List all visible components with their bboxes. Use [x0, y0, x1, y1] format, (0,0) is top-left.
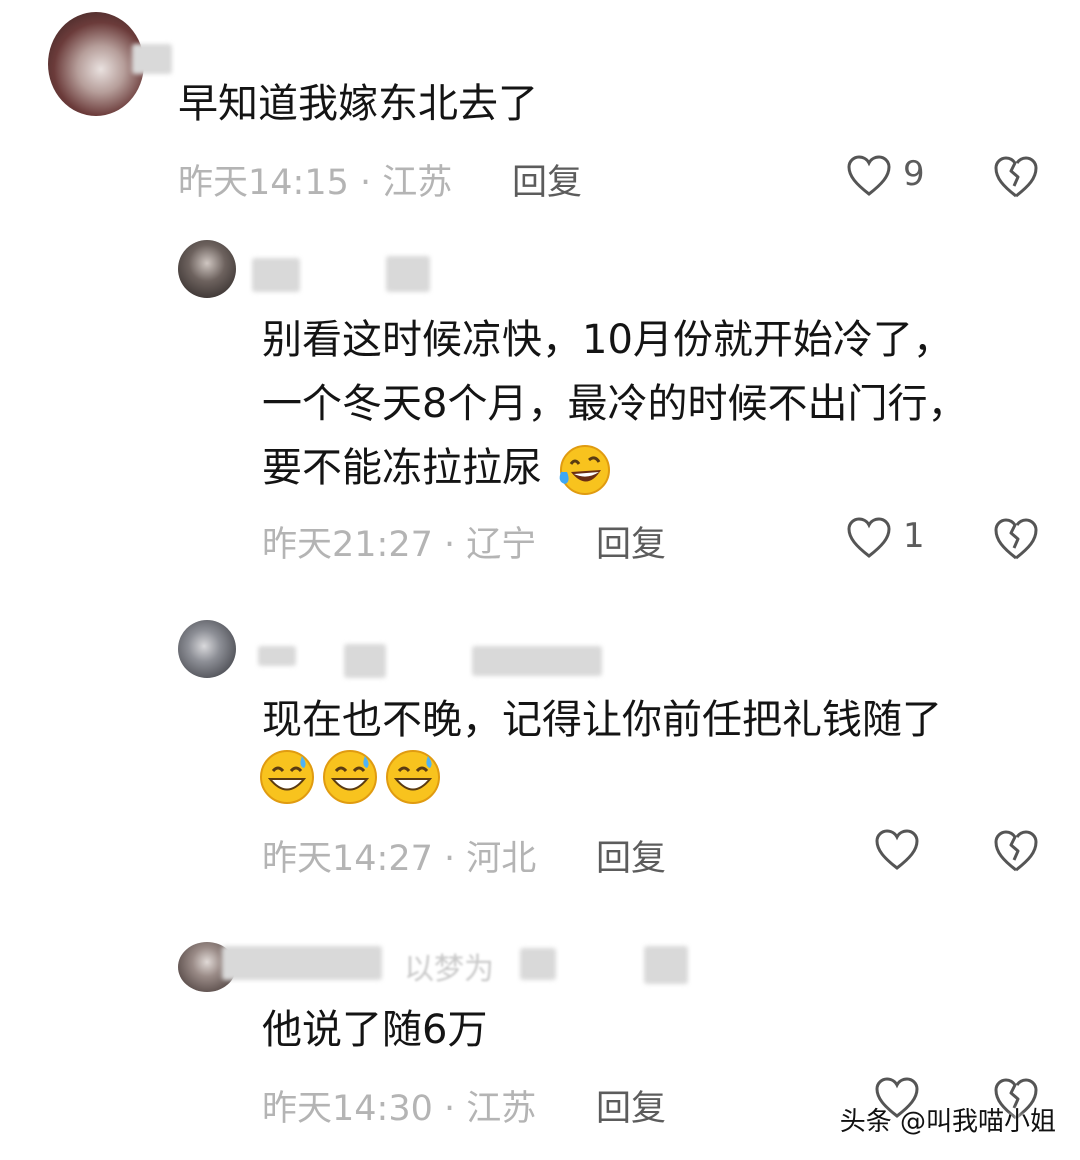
blurred-username: [344, 644, 386, 678]
blurred-username: [258, 646, 296, 666]
comment-meta: 昨天14:15 · 江苏: [178, 163, 453, 203]
comment-text-line: 要不能冻拉拉尿: [262, 436, 611, 500]
like-count: 1: [903, 516, 925, 556]
blurred-username: [520, 948, 556, 980]
like-heart-icon[interactable]: [846, 154, 892, 198]
blurred-username-fragment: 以梦为: [404, 952, 494, 987]
comment-text: 别看这时候凉快，10月份就开始冷了，: [262, 317, 953, 363]
blurred-username: [472, 646, 602, 676]
reply-button[interactable]: 回复: [596, 516, 666, 567]
comment-meta: 昨天14:30 · 江苏: [262, 1089, 537, 1129]
like-heart-icon[interactable]: [874, 828, 920, 872]
reply-button[interactable]: 回复: [596, 830, 666, 881]
emoji-row: [258, 748, 442, 806]
avatar[interactable]: [178, 240, 236, 298]
blurred-username: [644, 946, 688, 984]
comment-text: 一个冬天8个月，最冷的时候不出门行，: [262, 381, 968, 427]
grin-sweat-emoji-icon: [386, 750, 441, 804]
comment-text: 他说了随6万: [262, 1007, 488, 1053]
dislike-broken-heart-icon[interactable]: [992, 516, 1040, 562]
laughing-tears-emoji-icon: [559, 445, 610, 495]
avatar[interactable]: [178, 620, 236, 678]
grin-sweat-emoji-icon: [323, 750, 378, 804]
dislike-broken-heart-icon[interactable]: [992, 154, 1040, 200]
avatar[interactable]: [48, 12, 144, 116]
blurred-username: [252, 258, 300, 292]
dislike-broken-heart-icon[interactable]: [992, 828, 1040, 874]
comment-text: 早知道我嫁东北去了: [178, 81, 538, 127]
blurred-username: [386, 256, 430, 292]
comment-text: 要不能冻拉拉尿: [262, 445, 542, 491]
watermark: 头条 @叫我喵小姐: [839, 1107, 1056, 1137]
grin-sweat-emoji-icon: [260, 750, 314, 804]
reply-button[interactable]: 回复: [596, 1080, 666, 1131]
reply-button[interactable]: 回复: [512, 154, 582, 205]
like-heart-icon[interactable]: [846, 516, 892, 560]
blurred-username: [132, 44, 172, 74]
comment-text: 现在也不晚，记得让你前任把礼钱随了: [262, 697, 942, 743]
comment-meta: 昨天14:27 · 河北: [262, 839, 537, 879]
comment-meta: 昨天21:27 · 辽宁: [262, 525, 537, 565]
like-count: 9: [903, 154, 925, 194]
blurred-username: [222, 946, 382, 980]
